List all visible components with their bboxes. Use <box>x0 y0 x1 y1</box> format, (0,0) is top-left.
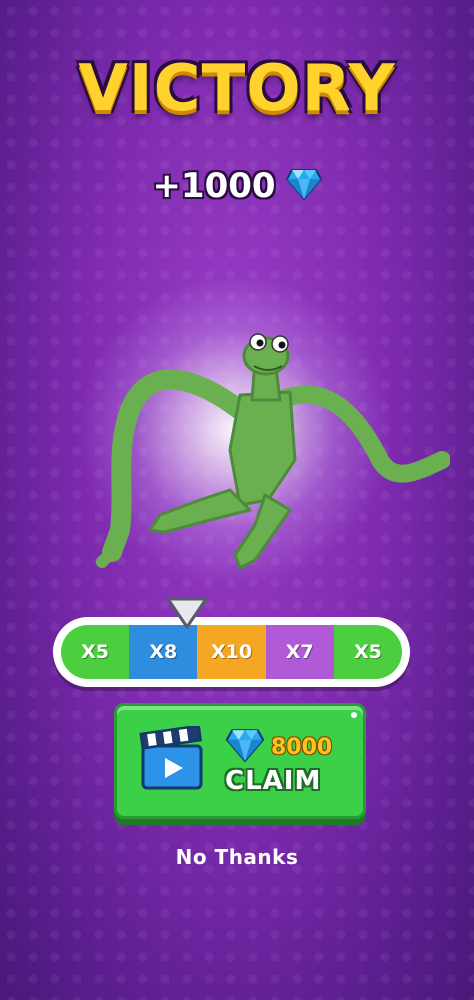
multiplier-label: X7 <box>285 641 314 663</box>
button-highlight <box>351 712 357 718</box>
claim-amount: 8000 <box>271 734 333 760</box>
multiplier-bar: X5 X8 X10 X7 X5 <box>53 617 410 687</box>
multiplier-segment: X5 <box>333 625 402 679</box>
claim-label: CLAIM <box>225 766 322 796</box>
reward-display: +1000 <box>0 166 474 206</box>
green-character-figure <box>90 300 451 584</box>
no-thanks-button[interactable]: No Thanks <box>0 845 474 869</box>
multiplier-label: X8 <box>149 641 178 663</box>
video-ad-icon <box>139 724 205 796</box>
multiplier-segment: X5 <box>61 625 130 679</box>
diamond-icon <box>285 168 322 204</box>
claim-price: 8000 <box>225 728 332 766</box>
multiplier-pointer-icon <box>165 596 209 634</box>
diamond-icon <box>225 728 265 766</box>
victory-title: VICTORY <box>78 52 396 126</box>
reward-amount: +1000 <box>152 166 276 206</box>
multiplier-label: X5 <box>353 641 382 663</box>
multiplier-label: X5 <box>81 641 110 663</box>
claim-button[interactable]: 8000 CLAIM <box>114 703 366 819</box>
multiplier-label: X10 <box>210 641 253 663</box>
multiplier-segment: X7 <box>265 625 334 679</box>
